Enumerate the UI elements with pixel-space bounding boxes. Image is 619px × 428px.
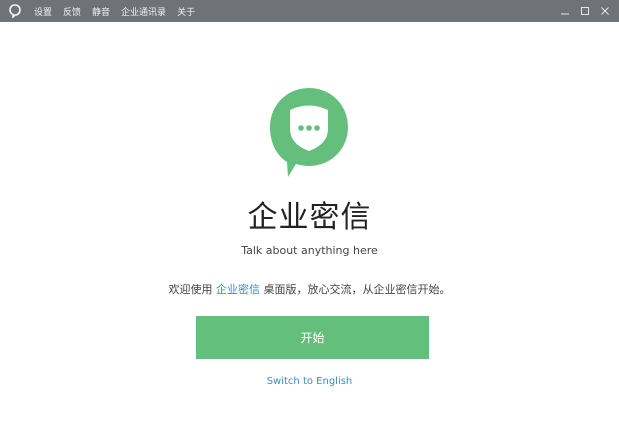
window-controls [553, 0, 613, 22]
maximize-button[interactable] [577, 3, 593, 19]
menu-item-settings[interactable]: 设置 [34, 5, 52, 18]
chat-bubble-shield-icon [268, 86, 350, 180]
menu-item-about[interactable]: 关于 [177, 5, 195, 18]
welcome-prefix: 欢迎使用 [168, 283, 216, 296]
app-name-link[interactable]: 企业密信 [216, 283, 260, 296]
welcome-message: 欢迎使用 企业密信 桌面版，放心交流，从企业密信开始。 [0, 283, 619, 297]
menu-item-directory[interactable]: 企业通讯录 [121, 5, 166, 18]
minimize-button[interactable] [557, 3, 573, 19]
maximize-icon [581, 7, 589, 15]
menu-item-feedback[interactable]: 反馈 [63, 5, 81, 18]
start-button[interactable]: 开始 [196, 316, 429, 359]
tagline: Talk about anything here [241, 244, 378, 257]
close-button[interactable] [597, 3, 613, 19]
title-bar: 设置 反馈 静音 企业通讯录 关于 [0, 0, 619, 22]
switch-language-link[interactable]: Switch to English [0, 376, 619, 388]
menu-bar: 设置 反馈 静音 企业通讯录 关于 [34, 5, 206, 18]
app-logo-icon [4, 0, 26, 22]
welcome-suffix: 桌面版，放心交流，从企业密信开始。 [260, 283, 451, 296]
app-title: 企业密信 [247, 200, 372, 235]
minimize-icon [561, 13, 569, 15]
close-icon [601, 7, 609, 15]
menu-item-mute[interactable]: 静音 [92, 5, 110, 18]
